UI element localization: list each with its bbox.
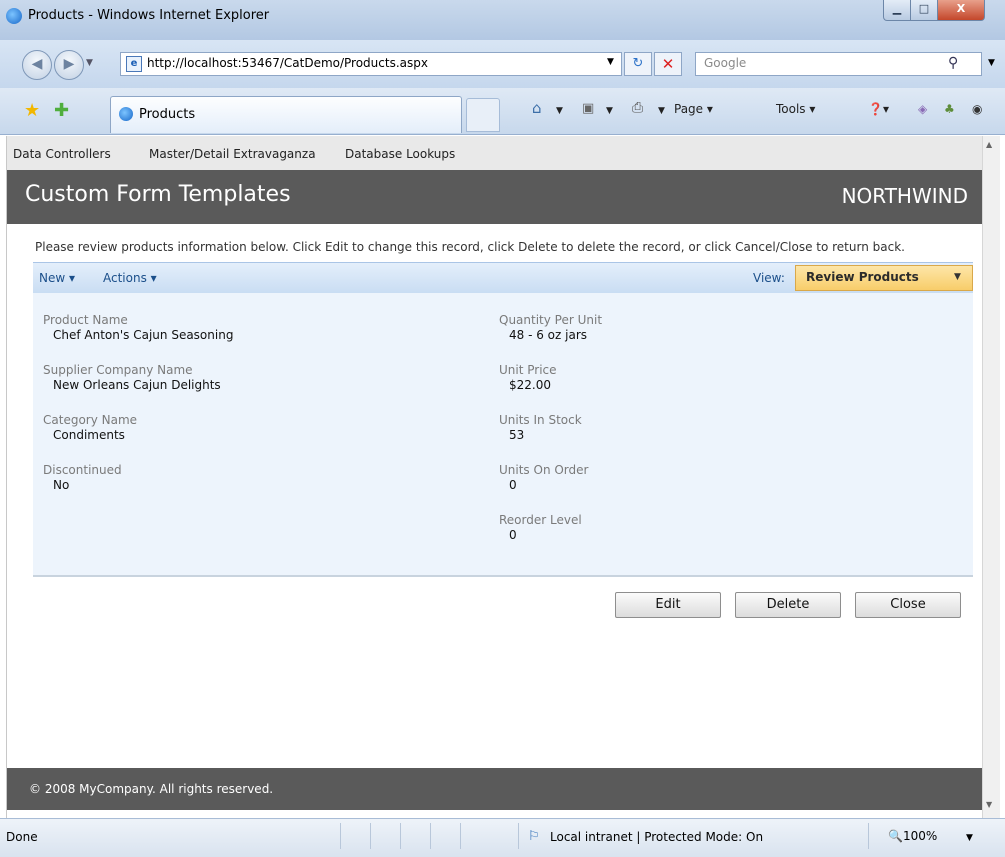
window-titlebar: Products - Windows Internet Explorer ▁ □… <box>0 0 1005 41</box>
scroll-up-icon[interactable]: ▲ <box>986 140 992 149</box>
search-options-dropdown-icon[interactable]: ▼ <box>988 58 995 68</box>
product-form: Product Name Chef Anton's Cajun Seasonin… <box>33 293 973 577</box>
form-toolbar: New ▾ Actions ▾ View: Review Products ▼ <box>33 262 973 294</box>
print-icon[interactable]: ⎙ <box>632 100 643 116</box>
vertical-scrollbar[interactable]: ▲ ▼ <box>982 136 1000 818</box>
form-buttons: Edit Delete Close <box>33 592 973 622</box>
field-label-supplier: Supplier Company Name <box>43 363 193 377</box>
help-menu[interactable]: ❓▾ <box>868 102 889 116</box>
field-label-reorder-level: Reorder Level <box>499 513 582 527</box>
home-dropdown-icon[interactable]: ▼ <box>556 106 563 116</box>
research-icon[interactable]: ◈ <box>918 102 927 116</box>
copyright-text: © 2008 MyCompany. All rights reserved. <box>29 782 274 796</box>
field-value-units-on-order: 0 <box>509 478 517 492</box>
tools-menu[interactable]: Tools ▾ <box>776 102 815 116</box>
extension-icon[interactable]: ◉ <box>972 102 982 116</box>
recent-pages-dropdown-icon[interactable]: ▼ <box>86 58 93 68</box>
page-content: Data Controllers Master/Detail Extravaga… <box>6 136 982 818</box>
field-value-quantity-per-unit: 48 - 6 oz jars <box>509 328 588 342</box>
tab-label: Products <box>139 107 196 122</box>
edit-button[interactable]: Edit <box>615 592 721 618</box>
address-input[interactable]: e http://localhost:53467/CatDemo/Product… <box>120 52 622 76</box>
page-icon: e <box>126 56 142 72</box>
new-tab-button[interactable] <box>466 98 500 132</box>
address-dropdown-icon[interactable]: ▼ <box>607 57 614 67</box>
status-text: Done <box>6 830 38 844</box>
scroll-down-icon[interactable]: ▼ <box>986 800 992 809</box>
intranet-zone-icon: ⚐ <box>528 829 540 844</box>
menu-item-data-controllers[interactable]: Data Controllers <box>13 147 111 161</box>
site-menu: Data Controllers Master/Detail Extravaga… <box>7 136 982 171</box>
field-label-unit-price: Unit Price <box>499 363 557 377</box>
status-bar: Done ⚐ Local intranet | Protected Mode: … <box>0 818 1005 857</box>
brand-logo: NORTHWIND <box>841 184 968 208</box>
tab-products[interactable]: Products <box>110 96 462 133</box>
ie-logo-icon <box>6 8 22 24</box>
menu-item-database-lookups[interactable]: Database Lookups <box>345 147 455 161</box>
delete-button[interactable]: Delete <box>735 592 841 618</box>
feeds-dropdown-icon[interactable]: ▼ <box>606 106 613 116</box>
view-select[interactable]: Review Products ▼ <box>795 265 973 291</box>
actions-menu-button[interactable]: Actions ▾ <box>103 271 157 285</box>
menu-item-master-detail[interactable]: Master/Detail Extravaganza <box>149 147 316 161</box>
field-value-units-in-stock: 53 <box>509 428 525 442</box>
maximize-button[interactable]: □ <box>910 0 938 21</box>
field-label-discontinued: Discontinued <box>43 463 122 477</box>
field-value-discontinued: No <box>53 478 70 492</box>
status-separator <box>370 823 371 849</box>
zoom-icon: 🔍 <box>888 829 903 843</box>
address-url[interactable]: http://localhost:53467/CatDemo/Products.… <box>147 56 428 70</box>
security-zone-text[interactable]: Local intranet | Protected Mode: On <box>550 830 763 844</box>
forward-button[interactable]: ▶ <box>54 50 84 80</box>
new-menu-button[interactable]: New ▾ <box>39 271 75 285</box>
search-icon[interactable]: ⚲ <box>948 55 958 71</box>
field-value-unit-price: $22.00 <box>509 378 551 392</box>
status-separator <box>430 823 431 849</box>
messenger-icon[interactable]: ♣ <box>944 102 955 116</box>
field-label-units-in-stock: Units In Stock <box>499 413 582 427</box>
page-menu[interactable]: Page ▾ <box>674 102 713 116</box>
status-separator <box>340 823 341 849</box>
stop-button[interactable]: ✕ <box>654 52 682 76</box>
status-separator <box>460 823 461 849</box>
status-separator <box>518 823 519 849</box>
field-value-reorder-level: 0 <box>509 528 517 542</box>
window-title: Products - Windows Internet Explorer <box>28 8 270 23</box>
print-dropdown-icon[interactable]: ▼ <box>658 106 665 116</box>
field-value-category: Condiments <box>53 428 125 442</box>
view-select-value: Review Products <box>806 270 919 284</box>
field-label-category: Category Name <box>43 413 138 427</box>
close-window-button[interactable]: X <box>937 0 985 21</box>
view-dropdown-icon: ▼ <box>954 272 961 282</box>
field-label-product-name: Product Name <box>43 313 128 327</box>
close-button[interactable]: Close <box>855 592 961 618</box>
refresh-button[interactable]: ↻ <box>624 52 652 76</box>
instructions-text: Please review products information below… <box>35 240 905 254</box>
favorites-star-icon[interactable]: ★ <box>24 100 40 121</box>
field-label-quantity-per-unit: Quantity Per Unit <box>499 313 603 327</box>
minimize-button[interactable]: ▁ <box>883 0 911 21</box>
field-label-units-on-order: Units On Order <box>499 463 589 477</box>
home-icon[interactable]: ⌂ <box>532 99 542 117</box>
zoom-level[interactable]: 🔍100% <box>888 829 937 843</box>
page-title: Custom Form Templates <box>25 182 291 207</box>
page-header: Custom Form Templates NORTHWIND <box>7 170 982 224</box>
search-placeholder: Google <box>704 56 747 70</box>
page-footer: © 2008 MyCompany. All rights reserved. <box>7 768 982 810</box>
add-favorites-icon[interactable]: ✚ <box>54 100 69 121</box>
search-input[interactable]: Google ⚲ <box>695 52 982 76</box>
feeds-icon[interactable]: ▣ <box>582 101 594 116</box>
field-value-supplier: New Orleans Cajun Delights <box>53 378 221 392</box>
tab-ie-icon <box>119 107 133 121</box>
view-label: View: <box>753 271 785 285</box>
back-button[interactable]: ◀ <box>22 50 52 80</box>
status-separator <box>400 823 401 849</box>
tab-row: ★ ✚ Products ⌂ ▼ ▣ ▼ ⎙ ▼ Page ▾ Tools ▾ … <box>0 88 1005 135</box>
field-value-product-name: Chef Anton's Cajun Seasoning <box>53 328 234 342</box>
status-separator <box>868 823 869 849</box>
zoom-dropdown-icon[interactable]: ▼ <box>966 833 973 843</box>
zoom-value: 100% <box>902 829 938 843</box>
address-row: ◀ ▶ ▼ e http://localhost:53467/CatDemo/P… <box>0 40 1005 88</box>
